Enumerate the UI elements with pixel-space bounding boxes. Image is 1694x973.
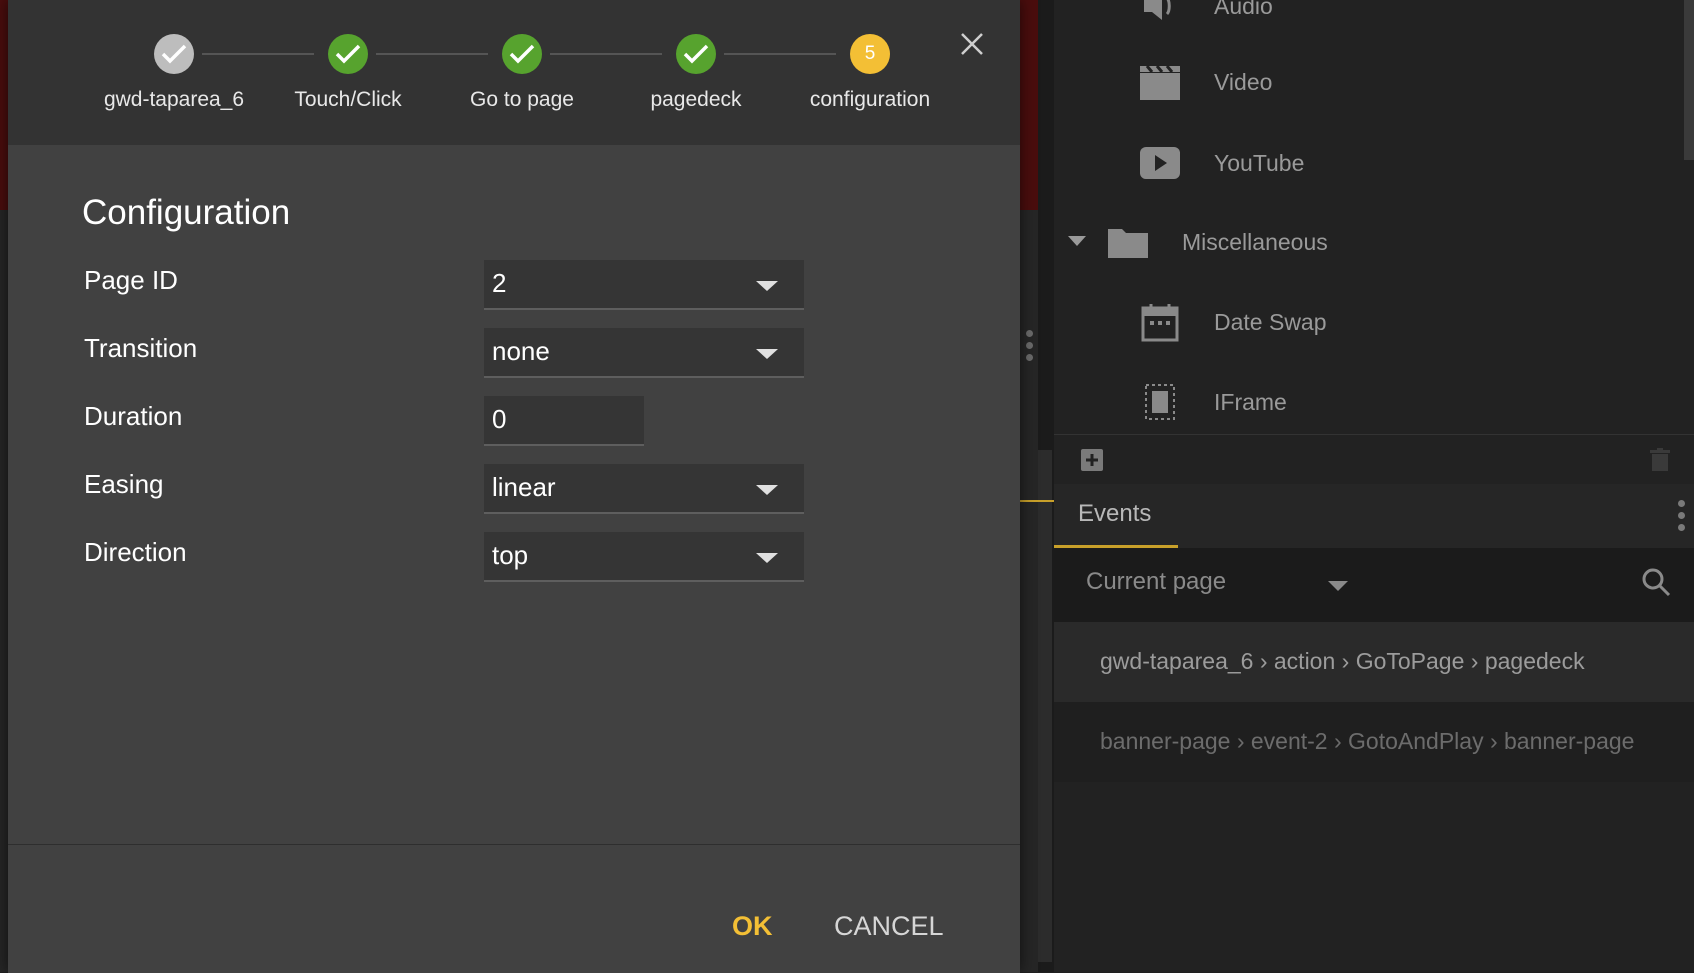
search-icon[interactable] — [1640, 566, 1672, 603]
transition-label: Transition — [84, 333, 198, 363]
duration-input[interactable]: 0 — [484, 396, 644, 446]
check-icon — [328, 34, 368, 74]
direction-value: top — [492, 540, 529, 570]
wizard-stepper: gwd-taparea_6 Touch/Click Go to page pag… — [8, 0, 1020, 145]
wizard-step-1[interactable]: gwd-taparea_6 — [87, 34, 261, 112]
events-header: Events — [1054, 484, 1694, 548]
library-panel: Audio Video YouTube Miscellaneous Date S… — [1054, 0, 1694, 972]
timeline-marker — [1018, 500, 1054, 502]
wizard-step-2[interactable]: Touch/Click — [261, 34, 435, 112]
chevron-down-icon — [756, 281, 778, 291]
check-icon — [676, 34, 716, 74]
library-item-audio[interactable]: Audio — [1054, 0, 1694, 36]
action-wizard-dialog: gwd-taparea_6 Touch/Click Go to page pag… — [8, 0, 1020, 973]
step-label: Touch/Click — [294, 88, 402, 111]
chevron-down-icon — [1328, 581, 1348, 591]
dialog-content: Configuration Page ID 2 Transition none … — [8, 145, 1020, 845]
check-icon — [154, 34, 194, 74]
library-item-label: Audio — [1214, 0, 1273, 19]
clapperboard-icon — [1138, 60, 1182, 104]
library-item-date-swap[interactable]: Date Swap — [1054, 292, 1694, 352]
wizard-step-5[interactable]: 5 configuration — [783, 34, 957, 112]
events-filter-dropdown[interactable]: Current page — [1054, 548, 1694, 622]
step-label: Go to page — [470, 88, 574, 111]
step-number-badge: 5 — [850, 34, 890, 74]
library-item-video[interactable]: Video — [1054, 52, 1694, 112]
close-icon[interactable] — [958, 30, 986, 58]
page-id-value: 2 — [492, 268, 507, 298]
filter-selected-value: Current page — [1086, 568, 1227, 595]
library-item-label: Miscellaneous — [1182, 228, 1328, 255]
check-icon — [502, 34, 542, 74]
tab-label: Events — [1078, 500, 1152, 527]
library-toolbar — [1054, 434, 1694, 485]
easing-select[interactable]: linear — [484, 464, 804, 514]
stage-edge — [0, 0, 8, 210]
ok-button[interactable]: OK — [732, 911, 773, 942]
wizard-step-3[interactable]: Go to page — [435, 34, 609, 112]
add-icon[interactable] — [1080, 448, 1104, 477]
transition-value: none — [492, 336, 550, 366]
wizard-step-4[interactable]: pagedeck — [609, 34, 783, 112]
trash-icon[interactable] — [1650, 448, 1670, 477]
calendar-icon — [1138, 300, 1182, 344]
easing-label: Easing — [84, 469, 164, 499]
page-id-select[interactable]: 2 — [484, 260, 804, 310]
step-label: configuration — [809, 88, 931, 111]
folder-icon — [1106, 220, 1150, 264]
cancel-button[interactable]: CANCEL — [834, 911, 944, 942]
stage-content — [1020, 0, 1038, 210]
transition-select[interactable]: none — [484, 328, 804, 378]
play-icon — [1138, 141, 1182, 185]
direction-label: Direction — [84, 537, 187, 567]
library-item-label: Video — [1214, 68, 1273, 95]
direction-select[interactable]: top — [484, 532, 804, 582]
library-item-label: IFrame — [1214, 388, 1287, 415]
stage-scrollbar[interactable] — [1038, 450, 1052, 962]
event-row[interactable]: banner-page › event-2 › GotoAndPlay › ba… — [1054, 702, 1694, 782]
library-item-youtube[interactable]: YouTube — [1054, 133, 1694, 193]
duration-label: Duration — [84, 401, 183, 431]
event-row[interactable]: gwd-taparea_6 › action › GoToPage › page… — [1054, 622, 1694, 702]
page-id-label: Page ID — [84, 265, 178, 295]
tab-events[interactable]: Events — [1054, 484, 1178, 548]
panel-resize-handle[interactable] — [1026, 330, 1034, 366]
iframe-icon — [1138, 380, 1182, 424]
library-folder-miscellaneous[interactable]: Miscellaneous — [1054, 212, 1694, 272]
chevron-down-icon — [756, 349, 778, 359]
event-path: banner-page › event-2 › GotoAndPlay › ba… — [1100, 728, 1635, 754]
speaker-icon — [1138, 0, 1182, 28]
library-item-iframe[interactable]: IFrame — [1054, 372, 1694, 432]
dialog-footer: OK CANCEL — [8, 844, 1020, 973]
dialog-title: Configuration — [82, 193, 291, 232]
step-label: pagedeck — [650, 88, 742, 111]
step-label: gwd-taparea_6 — [103, 88, 245, 111]
more-vert-icon[interactable] — [1678, 500, 1686, 536]
chevron-down-icon[interactable] — [1068, 236, 1086, 246]
chevron-down-icon — [756, 553, 778, 563]
library-item-label: YouTube — [1214, 149, 1305, 176]
chevron-down-icon — [756, 485, 778, 495]
duration-value: 0 — [492, 404, 507, 434]
easing-value: linear — [492, 472, 556, 502]
event-path: gwd-taparea_6 › action › GoToPage › page… — [1100, 648, 1585, 674]
library-item-label: Date Swap — [1214, 308, 1327, 335]
